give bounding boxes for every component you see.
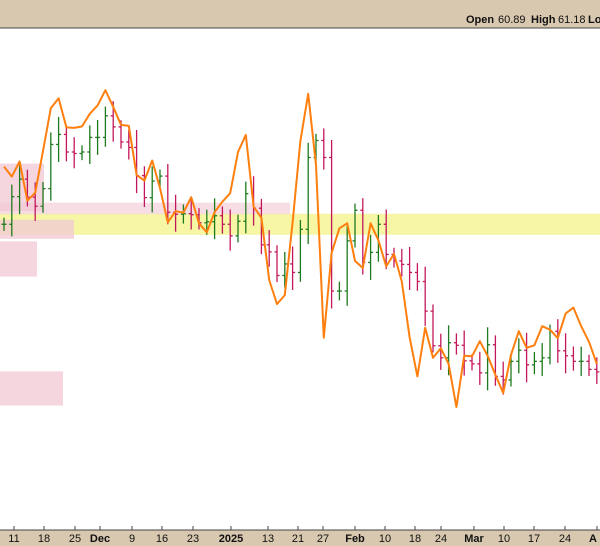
pink-zone-3 (0, 241, 37, 277)
x-tick-label: 18 (409, 533, 421, 545)
open-label: Open (466, 14, 494, 26)
x-tick-label: Mar (464, 533, 484, 545)
x-tick-label: 9 (129, 533, 135, 545)
price-chart: 11 18 25 Dec 9 16 23 2025 13 21 27 Feb 10 18 24 Mar 10 17… (0, 0, 600, 546)
open-value: 60.89 (498, 14, 526, 26)
x-tick-label: A (589, 533, 597, 545)
x-tick-label: 25 (69, 533, 81, 545)
x-tick-label: 18 (38, 533, 50, 545)
x-tick-label: 11 (8, 533, 19, 545)
x-tick-label: 23 (187, 533, 199, 545)
x-tick-label: 21 (292, 533, 304, 545)
x-tick-label: 10 (379, 533, 391, 545)
high-label: High (531, 14, 556, 26)
x-tick-label: 24 (435, 533, 447, 545)
x-tick-label: 27 (317, 533, 329, 545)
x-tick-label: 13 (262, 533, 274, 545)
x-tick-label: 16 (156, 533, 168, 545)
x-tick-label: 10 (498, 533, 510, 545)
pink-zone-4 (0, 371, 63, 406)
chart-window: 11 18 25 Dec 9 16 23 2025 13 21 27 Feb 10 18 24 Mar 10 17… (0, 0, 600, 546)
x-tick-label: 24 (559, 533, 571, 545)
x-tick-label: Feb (345, 533, 365, 545)
pink-zone-2 (0, 219, 74, 239)
low-label: Lo (588, 14, 600, 26)
x-tick-label: 17 (528, 533, 540, 545)
high-value: 61.18 (558, 14, 586, 26)
x-tick-label: Dec (90, 533, 110, 545)
x-tick-label: 2025 (219, 533, 243, 545)
